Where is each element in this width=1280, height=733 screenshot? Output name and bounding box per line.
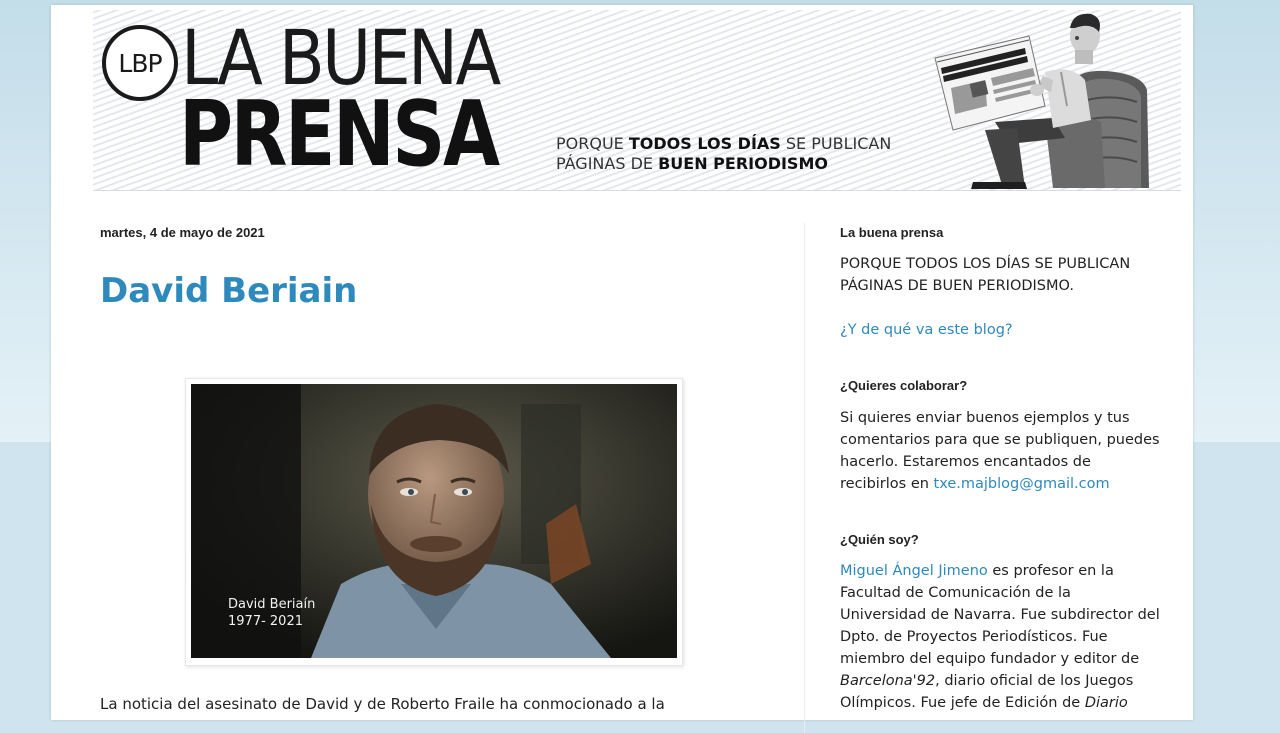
email-link[interactable]: txe.majblog@gmail.com [934, 476, 1110, 492]
blog-page: LBP LA BUENA PRENSA PORQUE TODOS LOS DÍA… [51, 5, 1193, 733]
newspaper-reader-illustration [934, 13, 1149, 189]
caption-name: David Beriaín [228, 597, 316, 612]
widget-title-la-buena-prensa: La buena prensa [840, 225, 944, 240]
author-link[interactable]: Miguel Ángel Jimeno [840, 563, 988, 579]
widget-link-container: ¿Y de qué va este blog? [840, 319, 1160, 341]
post-title[interactable]: David Beriain [100, 271, 357, 311]
david-beriain-portrait[interactable]: David Beriaín 1977- 2021 [191, 384, 677, 658]
blog-header-banner[interactable]: LBP LA BUENA PRENSA PORQUE TODOS LOS DÍA… [93, 10, 1181, 191]
column-divider [804, 223, 805, 733]
caption-years: 1977- 2021 [228, 614, 303, 629]
lbp-logo: LBP [102, 25, 178, 101]
widget-text-description: PORQUE TODOS LOS DÍAS SE PUBLICAN PÁGINA… [840, 256, 1131, 294]
about-blog-link[interactable]: ¿Y de qué va este blog? [840, 322, 1013, 338]
widget-text-colaborar: Si quieres enviar buenos ejemplos y tus … [840, 410, 1160, 492]
widget-title-colaborar: ¿Quieres colaborar? [840, 378, 968, 393]
widget-title-quien-soy: ¿Quién soy? [840, 532, 919, 547]
photo-caption: David Beriaín 1977- 2021 [228, 596, 315, 630]
lbp-logo-text: LBP [118, 48, 162, 78]
widget-text-quien-soy: Miguel Ángel Jimeno es profesor en la Fa… [840, 563, 1160, 711]
blog-tagline: PORQUE TODOS LOS DÍAS SE PUBLICAN PÁGINA… [556, 134, 892, 173]
blog-title-line2: PRENSA [179, 82, 500, 187]
post-date: martes, 4 de mayo de 2021 [100, 225, 265, 240]
post-body: La noticia del asesinato de David y de R… [100, 695, 665, 713]
post-image-frame[interactable]: David Beriaín 1977- 2021 [185, 378, 683, 666]
